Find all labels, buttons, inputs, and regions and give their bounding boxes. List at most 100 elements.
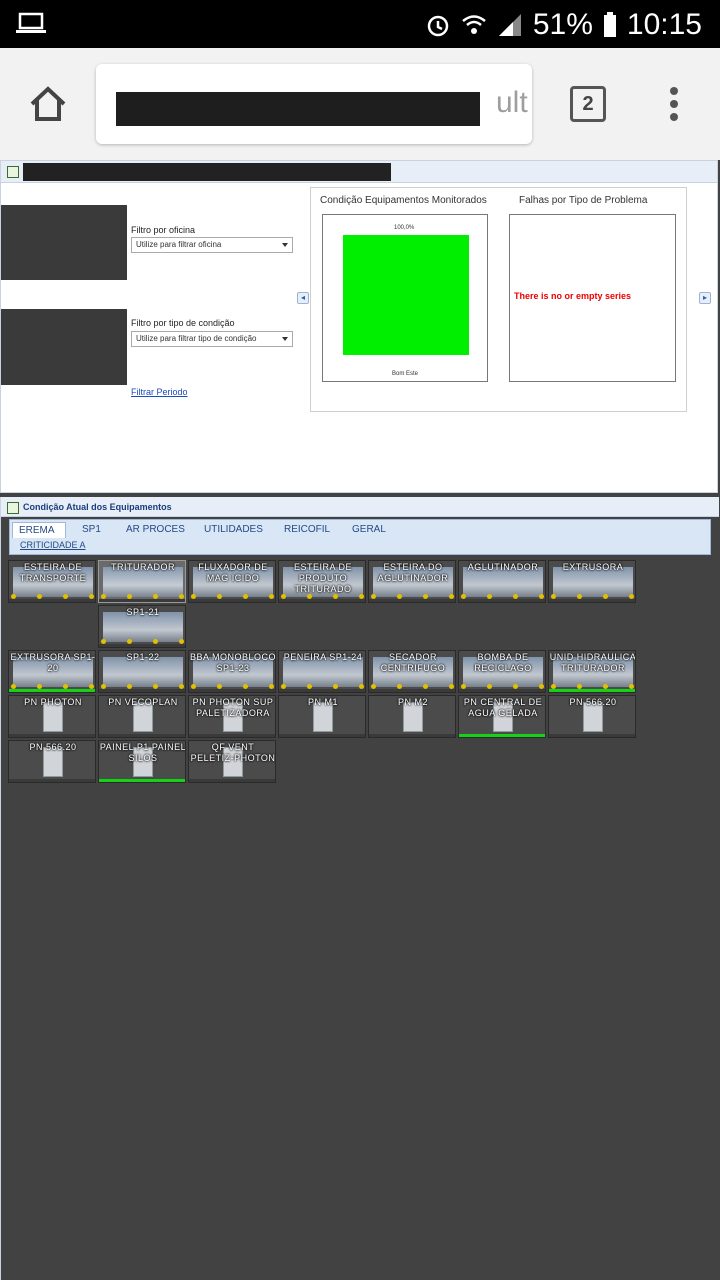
equipment-tile[interactable]: UNID HIDRAULICA TRITURADOR [548,650,636,693]
equipment-tile[interactable]: TRITURADOR [98,560,186,603]
panel-icon [7,502,19,514]
equipment-label: PN VECOPLAN [108,697,178,707]
status-indicator [9,779,95,782]
status-indicator [459,734,545,737]
status-indicator [189,734,275,737]
equipment-tile[interactable]: PAINEL P1 PAINEL SILOS [98,740,186,783]
signal-icon [498,14,521,36]
equipment-label: PN PHOTON SUP PALETIZADORA [192,697,274,718]
tab-ar-proces[interactable]: AR PROCES [120,522,191,538]
equipment-label: AGLUTINADOR [467,562,539,572]
equipment-tile[interactable]: PN M2 [368,695,456,738]
equipment-tile[interactable]: SECADOR CENTRIFUGO [368,650,456,693]
redacted-url [116,92,480,126]
equipment-label: PN CENTRAL DE AGUA GELADA [463,697,543,718]
redacted-title [23,163,391,181]
status-indicator [99,599,185,602]
equipment-label: SP1-22 [126,652,160,662]
equipment-tile[interactable]: PN PHOTON SUP PALETIZADORA [188,695,276,738]
equipment-tile[interactable]: AGLUTINADOR [458,560,546,603]
tab-geral[interactable]: GERAL [346,522,392,538]
condicao-chart: 100,0% Bom Este [322,214,488,382]
equipment-label: PN 566.20 [569,697,617,707]
alarm-icon [427,15,449,37]
equipment-tile[interactable]: PN CENTRAL DE AGUA GELADA [458,695,546,738]
panel-header [1,161,717,183]
subtab-criticidade-a[interactable]: CRITICIDADE A [20,540,86,550]
equipment-tile[interactable]: ESTEIRA DO AGLUTINADOR [368,560,456,603]
clock: 10:15 [626,8,702,41]
panel-icon [7,166,19,178]
redacted-block [1,309,127,385]
redacted-block [1,205,127,280]
chart-title-condicao: Condição Equipamentos Monitorados [320,195,487,206]
equipment-label: UNID HIDRAULICA TRITURADOR [549,652,636,673]
tab-erema[interactable]: EREMA [12,522,66,538]
equipment-tile[interactable]: PN M1 [278,695,366,738]
battery-icon [603,12,616,37]
status-indicator [9,734,95,737]
equipment-tile[interactable]: EXTRUSORA [548,560,636,603]
equipment-tile[interactable]: ESTEIRA DE TRANSPORTE [8,560,96,603]
battery-percent: 51% [532,8,593,41]
condicao-filter-select[interactable]: Utilize para filtrar tipo de condição [131,331,293,347]
equipment-label: SECADOR CENTRIFUGO [380,652,446,673]
equipment-tile[interactable]: ESTEIRA DE PRODUTO TRITURADO [278,560,366,603]
bar-category-label: Bom Este [392,371,419,377]
equipment-label: EXTRUSORA [562,562,624,572]
status-indicator [279,599,365,602]
overflow-menu-icon[interactable] [668,86,680,122]
status-indicator [189,599,275,602]
equipment-label: BOMBA DE RECICLAGO [474,652,532,673]
chart-next-button[interactable]: ▸ [699,292,711,304]
oficina-filter-value: Utilize para filtrar oficina [136,240,222,249]
chevron-down-icon [282,243,288,247]
chart-prev-button[interactable]: ◂ [297,292,309,304]
tab-reicofil[interactable]: REICOFIL [278,522,336,538]
status-indicator [189,689,275,692]
browser-toolbar: ult 2 [0,48,720,160]
status-indicator [279,689,365,692]
condicao-filter-value: Utilize para filtrar tipo de condição [136,334,257,343]
chevron-down-icon [282,337,288,341]
equipment-label: PN M1 [307,697,338,707]
equipment-tile[interactable]: PN VECOPLAN [98,695,186,738]
equipment-label: PENEIRA SP1-24 [283,652,363,662]
equipment-tabs: EREMA SP1 AR PROCES UTILIDADES REICOFIL … [9,519,711,555]
equipment-tile[interactable]: SP1-22 [98,650,186,693]
equipment-tile[interactable]: PN 566.20 [548,695,636,738]
equipment-tile[interactable]: EXTRUSORA SP1-20 [8,650,96,693]
filtrar-periodo-link[interactable]: Filtrar Periodo [131,387,188,397]
status-indicator [549,734,635,737]
address-bar[interactable]: ult [96,64,532,144]
equipment-tile[interactable]: FLUXADOR DE MAG ICIDO [188,560,276,603]
equipment-panel-title: Condição Atual dos Equipamentos [23,502,172,512]
equipment-tile[interactable]: PN 566.20 [8,740,96,783]
equipment-tile[interactable]: SP1-21 [98,605,186,648]
equipment-label: QF VENT PELETIZ-PHOTON [190,742,276,763]
equipment-tile[interactable]: PN PHOTON [8,695,96,738]
equipment-label: PN M2 [397,697,428,707]
home-icon[interactable] [28,84,68,124]
equipment-tile[interactable]: QF VENT PELETIZ-PHOTON [188,740,276,783]
status-indicator [549,599,635,602]
equipment-tile[interactable]: BOMBA DE RECICLAGO [458,650,546,693]
laptop-icon [16,12,46,33]
equipment-label: TRITURADOR [111,562,175,572]
bar-data-label: 100,0% [394,225,415,231]
tab-utilidades[interactable]: UTILIDADES [198,522,269,538]
equipment-label: PN PHOTON [24,697,82,707]
wifi-icon [462,15,486,34]
equipment-label: EXTRUSORA SP1-20 [10,652,96,673]
status-indicator [99,689,185,692]
status-indicator [9,689,95,692]
oficina-filter-select[interactable]: Utilize para filtrar oficina [131,237,293,253]
tab-switcher-button[interactable]: 2 [570,86,606,122]
equipment-tile[interactable]: PENEIRA SP1-24 [278,650,366,693]
status-indicator [549,689,635,692]
equipment-tile[interactable]: BBA MONOBLOCO SP1-23 [188,650,276,693]
equipment-label: ESTEIRA DE TRANSPORTE [19,562,87,583]
status-indicator [459,599,545,602]
tab-sp1[interactable]: SP1 [76,522,107,538]
equipment-panel: Condição Atual dos Equipamentos EREMA SP… [0,497,719,1280]
